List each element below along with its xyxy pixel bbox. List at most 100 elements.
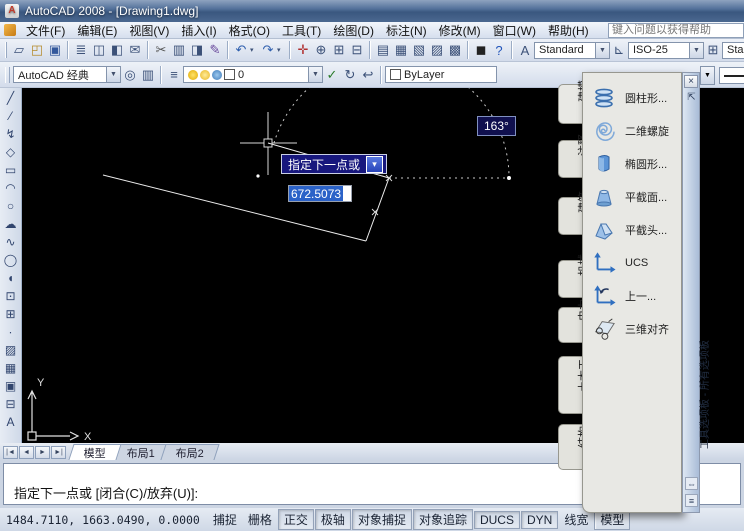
autohide-icon[interactable]: ⇔	[685, 477, 698, 490]
menu-item-tools[interactable]: 工具(T)	[276, 21, 327, 40]
designcenter-icon[interactable]: ▦	[392, 41, 410, 60]
tool-palettes-icon[interactable]: ▧	[410, 41, 428, 60]
layer-update-icon[interactable]: ↻	[341, 65, 359, 84]
publish-icon[interactable]: ◧	[108, 41, 126, 60]
undo-dropdown-icon[interactable]: ▾	[250, 41, 259, 60]
palette-item-helix-2d[interactable]: 二维螺旋	[591, 118, 681, 144]
palette-properties-icon[interactable]: ≡	[685, 494, 698, 507]
pin-icon[interactable]: ⇱	[685, 91, 698, 104]
ellipse-icon[interactable]: ◯	[1, 251, 21, 269]
region-icon[interactable]: ▣	[1, 377, 21, 395]
plot-preview-icon[interactable]: ◫	[90, 41, 108, 60]
circle-icon[interactable]: ○	[1, 197, 21, 215]
match-properties-icon[interactable]: ✎	[206, 41, 224, 60]
table-style-icon[interactable]: ⊞	[704, 41, 722, 60]
chevron-down-icon[interactable]: ▼	[308, 67, 322, 82]
text-style-icon[interactable]: A	[516, 41, 534, 60]
point-icon[interactable]: ∙	[1, 323, 21, 341]
menu-item-format[interactable]: 格式(O)	[223, 21, 276, 40]
dim-style-combo[interactable]: ISO-25 ▼	[628, 42, 704, 59]
chevron-down-icon[interactable]: ▼	[106, 67, 120, 82]
make-object-layer-current-icon[interactable]: ✓	[323, 65, 341, 84]
help-icon[interactable]: ?	[490, 41, 508, 60]
hatch-icon[interactable]: ▨	[1, 341, 21, 359]
color-combo[interactable]: ByLayer	[385, 66, 497, 83]
palette-tab-electrical[interactable]: 电力	[558, 307, 582, 343]
text-style-combo[interactable]: Standard ▼	[534, 42, 610, 59]
palette-tab-architecture[interactable]: 建筑	[558, 197, 582, 235]
markup-manager-icon[interactable]: ▩	[446, 41, 464, 60]
help-search-input[interactable]	[608, 23, 744, 38]
linetype-combo[interactable]	[719, 67, 744, 84]
palette-titlebar[interactable]: × ⇱ 工具选项板 - 所有选项板 ⇔ ≡	[682, 72, 700, 513]
dynamic-input-options-icon[interactable]: ▾	[366, 156, 383, 173]
open-icon[interactable]: ◰	[28, 41, 46, 60]
menu-item-file[interactable]: 文件(F)	[20, 21, 71, 40]
workspace-save-icon[interactable]: ▥	[139, 65, 157, 84]
zoom-previous-icon[interactable]: ⊟	[348, 41, 366, 60]
plot-icon[interactable]: ≣	[72, 41, 90, 60]
palette-tab-annotation[interactable]: 注释	[558, 140, 582, 178]
palette-item-frustum-cone[interactable]: 平截面...	[591, 184, 681, 210]
line-icon[interactable]: ╱	[1, 89, 21, 107]
toolbar-grip[interactable]	[5, 67, 10, 83]
palette-item-ucs-previous[interactable]: 上一...	[591, 283, 681, 309]
zoom-realtime-icon[interactable]: ⊕	[312, 41, 330, 60]
spline-icon[interactable]: ∿	[1, 233, 21, 251]
status-toggle-ducs[interactable]: DUCS	[474, 511, 520, 529]
toolbar-grip[interactable]	[5, 42, 7, 58]
sheetset-manager-icon[interactable]: ▨	[428, 41, 446, 60]
table-style-combo[interactable]: Standard	[722, 42, 744, 59]
menu-item-view[interactable]: 视图(V)	[123, 21, 175, 40]
status-toggle-ortho[interactable]: 正交	[278, 509, 314, 530]
polyline-icon[interactable]: ↯	[1, 125, 21, 143]
palette-tab-civil[interactable]: 土木工...	[558, 356, 582, 414]
quickcalc-icon[interactable]: ◼	[472, 41, 490, 60]
menu-item-help[interactable]: 帮助(H)	[542, 21, 595, 40]
tab-nav-first-icon[interactable]: |◄	[3, 446, 18, 459]
redo-dropdown-icon[interactable]: ▾	[277, 41, 286, 60]
menu-item-window[interactable]: 窗口(W)	[487, 21, 542, 40]
layer-combo[interactable]: 0 ▼	[183, 66, 323, 83]
properties-icon[interactable]: ▤	[374, 41, 392, 60]
multiline-text-icon[interactable]: A	[1, 413, 21, 431]
paste-icon[interactable]: ◨	[188, 41, 206, 60]
revision-cloud-icon[interactable]: ☁	[1, 215, 21, 233]
tab-nav-prev-icon[interactable]: ◄	[19, 446, 34, 459]
save-icon[interactable]: ▣	[46, 41, 64, 60]
menu-item-insert[interactable]: 插入(I)	[175, 21, 222, 40]
gradient-icon[interactable]: ▦	[1, 359, 21, 377]
palette-item-elliptical-cylinder[interactable]: 椭圆形...	[591, 151, 681, 177]
chevron-down-icon[interactable]: ▼	[595, 43, 609, 58]
dim-style-icon[interactable]: ⊾	[610, 41, 628, 60]
status-toggle-dyn[interactable]: DYN	[521, 511, 558, 529]
menu-item-edit[interactable]: 编辑(E)	[71, 21, 123, 40]
close-icon[interactable]: ×	[684, 75, 698, 88]
palette-tab-modeling[interactable]: 建模	[558, 84, 582, 124]
copy-icon[interactable]: ▥	[170, 41, 188, 60]
menu-item-draw[interactable]: 绘图(D)	[327, 21, 380, 40]
palette-item-ucs[interactable]: UCS	[591, 250, 681, 276]
rectangle-icon[interactable]: ▭	[1, 161, 21, 179]
chevron-down-icon[interactable]: ▼	[700, 66, 715, 85]
table-icon[interactable]: ⊟	[1, 395, 21, 413]
palette-tab-mechanical[interactable]: 机械	[558, 260, 582, 298]
menu-item-dimension[interactable]: 标注(N)	[380, 21, 433, 40]
pan-icon[interactable]: ✛	[294, 41, 312, 60]
palette-item-frustum-pyramid[interactable]: 平截头...	[591, 217, 681, 243]
status-toggle-snap[interactable]: 捕捉	[208, 510, 242, 529]
tab-nav-next-icon[interactable]: ►	[35, 446, 50, 459]
workspace-settings-icon[interactable]: ◎	[121, 65, 139, 84]
workspace-combo[interactable]: AutoCAD 经典 ▼	[13, 66, 121, 83]
tab-nav-last-icon[interactable]: ►|	[51, 446, 66, 459]
layer-properties-manager-icon[interactable]: ≡	[165, 65, 183, 84]
chevron-down-icon[interactable]: ▼	[689, 43, 703, 58]
redo-icon[interactable]: ↷	[259, 41, 277, 60]
make-block-icon[interactable]: ⊞	[1, 305, 21, 323]
palette-item-align-3d[interactable]: 三维对齐	[591, 316, 681, 342]
insert-block-icon[interactable]: ⊡	[1, 287, 21, 305]
ellipse-arc-icon[interactable]: ◖	[1, 269, 21, 287]
status-toggle-osnap[interactable]: 对象捕捉	[352, 509, 412, 530]
etransmit-icon[interactable]: ✉	[126, 41, 144, 60]
dynamic-input-field[interactable]: 672.5073	[288, 185, 352, 202]
